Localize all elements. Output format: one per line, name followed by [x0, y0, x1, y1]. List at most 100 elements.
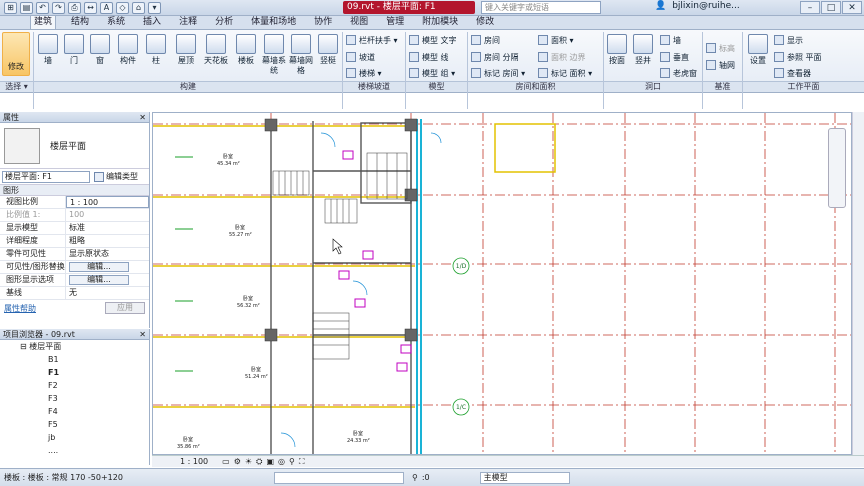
tree-item-level[interactable]: jb — [0, 431, 149, 444]
qat-customize-icon[interactable]: ▾ — [148, 1, 161, 14]
tree-item-level[interactable]: F5 — [0, 418, 149, 431]
component-button[interactable]: 构件 — [115, 34, 141, 66]
qat-3d-icon[interactable]: ◇ — [116, 1, 129, 14]
search-input[interactable]: 键入关键字或短语 — [481, 1, 601, 14]
tab-architecture[interactable]: 建筑 — [30, 15, 57, 29]
datum-panel-label: 基准 — [703, 81, 742, 92]
room-button[interactable]: 房间 — [471, 34, 500, 46]
show-workplane-button[interactable]: 显示 — [774, 34, 803, 46]
modify-button[interactable]: 修改 — [2, 32, 30, 76]
model-text-button[interactable]: 模型 文字 — [409, 34, 457, 46]
tab-insert[interactable]: 插入 — [140, 16, 164, 29]
vertical-opening-button[interactable]: 垂直 — [660, 51, 689, 63]
close-button[interactable]: ✕ — [842, 1, 862, 14]
grid-button[interactable]: 轴网 — [706, 59, 735, 71]
tag-area-button[interactable]: 标记 面积 ▾ — [538, 67, 592, 79]
area-boundary-button[interactable]: 面积 边界 — [538, 51, 586, 63]
close-icon[interactable]: ✕ — [139, 329, 146, 340]
door-button[interactable]: 门 — [63, 34, 85, 66]
mullion-button[interactable]: 竖梃 — [316, 34, 340, 66]
qat-open-icon[interactable]: ⊞ — [4, 1, 17, 14]
property-group-graphics[interactable]: 图形 — [0, 185, 149, 196]
curtain-grid-button[interactable]: 幕墙网格 — [289, 34, 313, 76]
railing-button[interactable]: 栏杆扶手 ▾ — [346, 34, 398, 46]
ceiling-button[interactable]: 天花板 — [202, 34, 230, 66]
tree-item-level[interactable]: F1 — [0, 366, 149, 379]
qat-save-icon[interactable]: ▤ — [20, 1, 33, 14]
tree-item-level[interactable]: .... — [0, 444, 149, 457]
design-option-field[interactable]: 主模型 — [479, 471, 570, 484]
qat-measure-icon[interactable]: ↔ — [84, 1, 97, 14]
graphic-display-edit-button[interactable]: 编辑... — [69, 275, 129, 285]
tag-room-button[interactable]: 标记 房间 ▾ — [471, 67, 525, 79]
qat-redo-icon[interactable]: ↷ — [52, 1, 65, 14]
prop-value[interactable]: 显示原状态 — [66, 248, 149, 260]
tree-item-level[interactable]: F2 — [0, 379, 149, 392]
maximize-button[interactable]: □ — [821, 1, 841, 14]
minimize-button[interactable]: – — [800, 1, 820, 14]
floor-button[interactable]: 楼板 — [234, 34, 258, 66]
curtain-system-button[interactable]: 幕墙系统 — [262, 34, 286, 76]
tab-modify[interactable]: 修改 — [473, 16, 497, 29]
close-icon[interactable]: ✕ — [139, 112, 146, 123]
tab-addins[interactable]: 附加模块 — [419, 16, 461, 29]
qat-text-icon[interactable]: A — [100, 1, 113, 14]
vg-edit-button[interactable]: 编辑... — [69, 262, 129, 272]
by-face-button[interactable]: 按面 — [607, 34, 627, 66]
type-selector[interactable]: 楼层平面 — [0, 123, 149, 169]
area-button[interactable]: 面积 ▾ — [538, 34, 574, 46]
qat-print-icon[interactable]: ⎙ — [68, 1, 81, 14]
model-line-button[interactable]: 模型 线 — [409, 51, 449, 63]
qat-section-icon[interactable]: ⌂ — [132, 1, 145, 14]
wall-opening-button[interactable]: 墙 — [660, 34, 681, 46]
by-face-icon — [607, 34, 627, 54]
prop-value[interactable]: 标准 — [66, 222, 149, 234]
vertical-scrollbar[interactable] — [852, 112, 864, 455]
tab-structure[interactable]: 结构 — [68, 16, 92, 29]
tab-analyze[interactable]: 分析 — [212, 16, 236, 29]
room-label: 卧室 — [243, 295, 253, 302]
tab-view[interactable]: 视图 — [347, 16, 371, 29]
edit-type-button[interactable]: 编辑类型 — [94, 171, 138, 182]
ramp-button[interactable]: 坡道 — [346, 51, 375, 63]
model-text-icon — [409, 35, 419, 45]
tab-systems[interactable]: 系统 — [104, 16, 128, 29]
qat-undo-icon[interactable]: ↶ — [36, 1, 49, 14]
model-group-button[interactable]: 模型 组 ▾ — [409, 67, 455, 79]
dormer-icon — [660, 68, 670, 78]
prop-value[interactable]: 粗略 — [66, 235, 149, 247]
view-scale-field[interactable]: 1 : 100 — [66, 196, 149, 208]
roof-button[interactable]: 屋顶 — [174, 34, 198, 66]
tree-item-level[interactable]: F3 — [0, 392, 149, 405]
tree-item-level[interactable]: B1 — [0, 353, 149, 366]
viewer-button[interactable]: 查看器 — [774, 67, 811, 79]
drawing-canvas[interactable]: 卧室 45.34 m² 卧室 55.27 m² 卧室 56.32 m² 卧室 5… — [152, 112, 852, 455]
prop-key: 详细程度 — [0, 235, 66, 247]
column-button[interactable]: 柱 — [145, 34, 167, 66]
status-field[interactable] — [274, 471, 404, 484]
user-account[interactable]: 👤 bjlixin@ruihe... — [655, 1, 740, 11]
room-separator-button[interactable]: 房间 分隔 — [471, 51, 519, 63]
properties-help-link[interactable]: 属性帮助 — [4, 303, 36, 314]
wall-button[interactable]: 墙 — [37, 34, 59, 66]
shaft-button[interactable]: 竖井 — [631, 34, 655, 66]
tree-item-level[interactable]: F4 — [0, 405, 149, 418]
tab-annotate[interactable]: 注释 — [176, 16, 200, 29]
tab-massing[interactable]: 体量和场地 — [248, 16, 299, 29]
view-scale-label[interactable]: 1 : 100 — [180, 456, 208, 467]
view-instance-select[interactable]: 楼层平面: F1 — [2, 170, 90, 183]
tab-collaborate[interactable]: 协作 — [311, 16, 335, 29]
tree-floor-plans[interactable]: ⊟ 楼层平面 — [0, 340, 149, 353]
tab-manage[interactable]: 管理 — [383, 16, 407, 29]
window-button[interactable]: 窗 — [89, 34, 111, 66]
prop-value[interactable]: 无 — [66, 287, 149, 299]
dormer-button[interactable]: 老虎窗 — [660, 67, 697, 79]
set-workplane-button[interactable]: 设置 — [746, 34, 770, 66]
apply-button[interactable]: 应用 — [105, 302, 145, 314]
select-panel-label[interactable]: 选择 ▾ — [0, 81, 33, 92]
view-control-icons[interactable]: ▭⚙☀⛭▣◎⚲⛶ — [222, 456, 308, 467]
ref-plane-button[interactable]: 参照 平面 — [774, 51, 822, 63]
navigation-bar[interactable] — [828, 128, 846, 208]
level-button[interactable]: 标高 — [706, 42, 735, 54]
stair-button[interactable]: 楼梯 ▾ — [346, 67, 382, 79]
